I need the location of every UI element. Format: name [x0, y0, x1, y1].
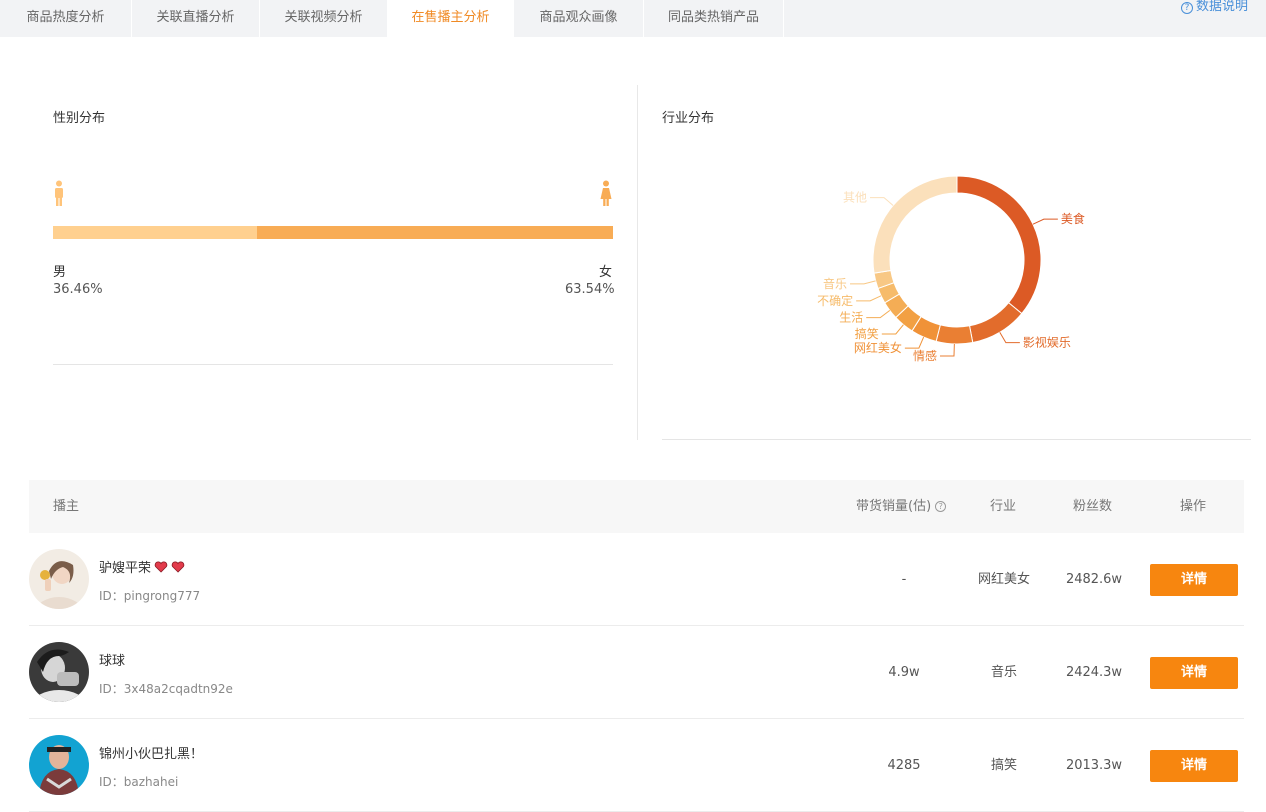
data-help-link[interactable]: ? 数据说明 — [1180, 0, 1248, 16]
industry-title: 行业分布 — [662, 111, 715, 126]
anchor-name[interactable]: 驴嫂平荣 — [99, 557, 185, 576]
donut-label-5: 生活 — [839, 311, 863, 325]
heart-icon — [171, 561, 185, 573]
detail-button[interactable]: 详情 — [1150, 564, 1238, 596]
gender-title: 性别分布 — [53, 111, 106, 126]
male-label: 男 — [53, 265, 67, 280]
donut-leader-2 — [939, 343, 955, 357]
donut-label-6: 不确定 — [817, 293, 853, 308]
donut-label-7: 音乐 — [823, 276, 847, 291]
donut-leader-4 — [881, 324, 904, 335]
sales-value: 4285 — [887, 758, 921, 773]
sales-value: - — [901, 572, 907, 587]
header-industry: 行业 — [990, 499, 1017, 514]
data-help-label: 数据说明 — [1195, 0, 1248, 14]
industry-donut-chart: 美食影视娱乐情感网红美女搞笑生活 不确定 音乐 其他 — [817, 175, 1085, 363]
anchor-name[interactable]: 球球 — [99, 650, 125, 669]
table-row: 球球 ID：3x48a2cqadtn92e 4.9w 音乐 2424.3w 详情 — [29, 626, 1244, 719]
donut-label-4: 搞笑 — [855, 326, 879, 341]
female-icon — [600, 180, 612, 206]
industry-value: 网红美女 — [977, 572, 1030, 587]
tab-selling-anchors[interactable]: 在售播主分析 — [388, 0, 514, 37]
male-percent: 36.46% — [53, 282, 103, 297]
industry-value: 搞笑 — [990, 758, 1017, 773]
anchor-id: ID：3x48a2cqadtn92e — [99, 682, 233, 696]
donut-leader-8 — [870, 197, 894, 206]
anchor-id: ID：pingrong777 — [99, 589, 201, 603]
donut-slice-1[interactable] — [968, 302, 1023, 344]
male-icon — [55, 180, 63, 206]
avatar[interactable] — [29, 735, 89, 795]
donut-leader-1 — [999, 332, 1020, 344]
donut-leader-7 — [850, 280, 876, 285]
table-row: 锦州小伙巴扎黑！ ID：bazhahei 4285 搞笑 2013.3w 详情 — [29, 719, 1244, 812]
donut-slice-8[interactable] — [872, 175, 958, 274]
tab-product-heat[interactable]: 商品热度分析 — [0, 0, 132, 37]
donut-leader-5 — [866, 310, 891, 319]
female-ratio-bar — [257, 226, 613, 239]
detail-button[interactable]: 详情 — [1150, 750, 1238, 782]
header-anchor: 播主 — [53, 499, 80, 514]
male-ratio-bar — [53, 226, 258, 239]
heart-icon — [154, 561, 168, 573]
question-icon[interactable]: ? — [935, 501, 947, 512]
gender-divider — [53, 364, 613, 365]
question-icon: ? — [1180, 2, 1193, 14]
header-sales-label: 带货销量(估) — [856, 499, 932, 514]
avatar[interactable] — [29, 549, 89, 609]
panel-divider — [637, 85, 638, 440]
donut-label-2: 情感 — [913, 348, 937, 363]
fans-value: 2013.3w — [1065, 758, 1123, 773]
avatar[interactable] — [29, 642, 89, 702]
donut-label-8: 其他 — [843, 191, 867, 205]
tab-audience-portrait[interactable]: 商品观众画像 — [514, 0, 644, 37]
header-fans: 粉丝数 — [1073, 499, 1113, 514]
table-row: 驴嫂平荣 ID：pingrong777 - 网红美女 2482.6w 详情 — [29, 533, 1244, 626]
female-percent: 63.54% — [565, 282, 615, 297]
donut-label-0: 美食 — [1061, 211, 1085, 226]
industry-divider — [662, 439, 1251, 440]
fans-value: 2482.6w — [1065, 572, 1123, 587]
donut-slice-2[interactable] — [935, 324, 974, 345]
donut-label-1: 影视娱乐 — [1023, 335, 1071, 350]
donut-leader-0 — [1032, 218, 1058, 225]
female-label: 女 — [599, 265, 613, 280]
donut-slice-0[interactable] — [956, 175, 1042, 315]
header-action: 操作 — [1180, 499, 1207, 514]
anchor-name-text: 驴嫂平荣 — [99, 561, 152, 576]
donut-leader-3 — [904, 336, 925, 349]
donut-label-3: 网红美女 — [854, 340, 902, 355]
tab-bar: 商品热度分析 关联直播分析 关联视频分析 在售播主分析 商品观众画像 同品类热销… — [0, 0, 1266, 37]
detail-button[interactable]: 详情 — [1150, 657, 1238, 689]
tab-related-video[interactable]: 关联视频分析 — [260, 0, 388, 37]
industry-value: 音乐 — [990, 665, 1017, 680]
anchor-table: 播主 带货销量(估) ? 行业 粉丝数 操作 驴嫂平荣 ID：pingrong7… — [29, 480, 1244, 812]
fans-value: 2424.3w — [1065, 665, 1123, 680]
tab-related-live[interactable]: 关联直播分析 — [132, 0, 260, 37]
donut-leader-6 — [856, 295, 882, 302]
anchor-id: ID：bazhahei — [99, 775, 179, 789]
header-sales: 带货销量(估) ? — [856, 480, 947, 533]
tab-same-category[interactable]: 同品类热销产品 — [644, 0, 784, 37]
anchor-name[interactable]: 锦州小伙巴扎黑！ — [99, 743, 203, 762]
table-header: 播主 带货销量(估) ? 行业 粉丝数 操作 — [29, 480, 1244, 533]
sales-value: 4.9w — [888, 665, 920, 680]
